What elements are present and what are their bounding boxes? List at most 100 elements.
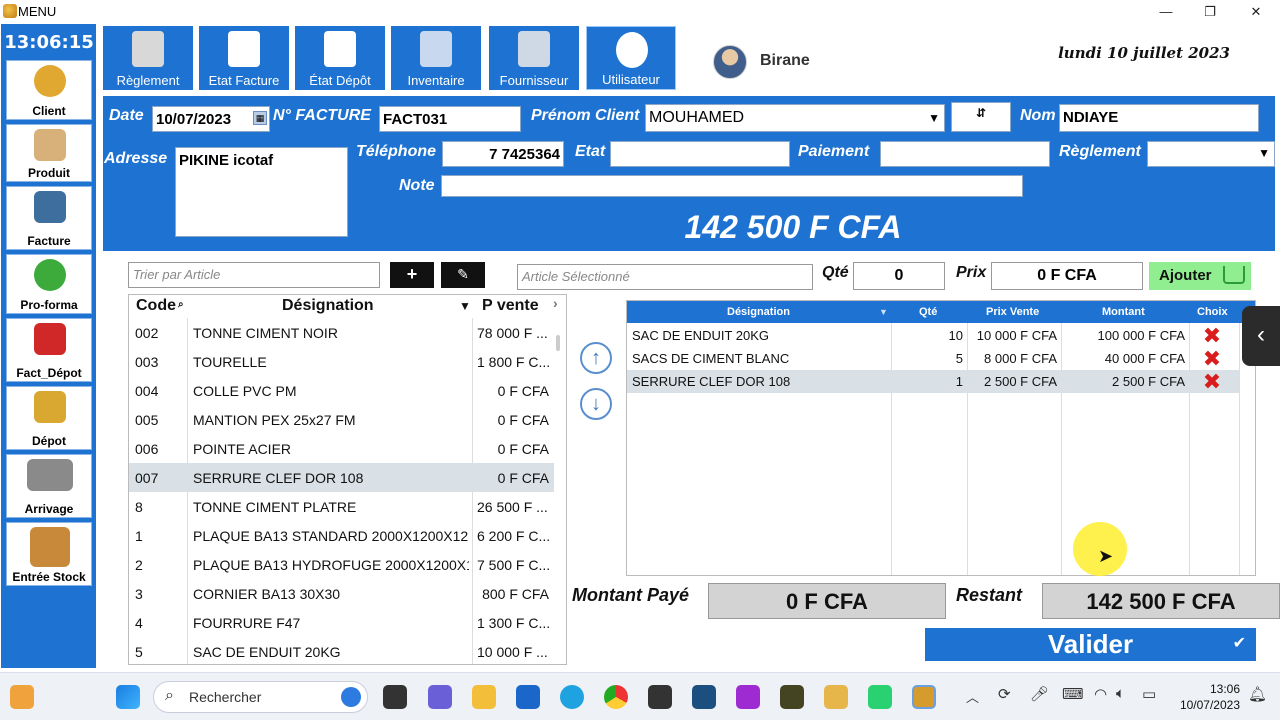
edit-article-button[interactable]: ✎ xyxy=(441,262,485,288)
search-icon[interactable]: ⌕ xyxy=(178,299,184,310)
windev-mobile-icon[interactable] xyxy=(692,685,716,709)
close-button[interactable]: ✕ xyxy=(1236,2,1276,22)
toolbar-reglement-button[interactable]: Règlement xyxy=(103,26,193,90)
move-up-button[interactable]: ↑ xyxy=(580,342,612,374)
sidebar-item-fact-depot[interactable]: Fact_Dépot xyxy=(6,318,92,382)
toolbar-etat-facture-button[interactable]: Etat Facture xyxy=(199,26,289,90)
client-firstname-select[interactable]: MOUHAMED ▼ xyxy=(645,104,945,132)
col-qty[interactable]: Qté xyxy=(919,306,937,318)
table-row[interactable]: 5 SAC DE ENDUIT 20KG 10 000 F ... xyxy=(129,637,554,664)
widgets-icon[interactable] xyxy=(10,685,34,709)
client-lastname-field[interactable]: NDIAYE xyxy=(1059,104,1259,132)
invoice-number-field[interactable]: FACT031 xyxy=(379,106,521,132)
table-row[interactable]: 004 COLLE PVC PM 0 F CFA xyxy=(129,376,554,405)
tray-clock[interactable]: 13:06 10/07/2023 xyxy=(1168,681,1240,713)
delete-line-icon[interactable]: ✖ xyxy=(1201,371,1223,393)
app-icon[interactable] xyxy=(868,685,892,709)
delete-line-icon[interactable]: ✖ xyxy=(1201,348,1223,370)
scrollbar-thumb[interactable] xyxy=(556,335,560,351)
table-row-selected[interactable]: SERRURE CLEF DOR 108 1 2 500 F CFA 2 500… xyxy=(627,370,1239,393)
outlook-icon[interactable] xyxy=(516,685,540,709)
col-amount[interactable]: Montant xyxy=(1102,306,1145,318)
pdf-icon[interactable] xyxy=(736,685,760,709)
phone-field[interactable]: 7 7425364 xyxy=(442,141,564,167)
table-row[interactable]: 1 PLAQUE BA13 STANDARD 2000X1200X12.5M 6 2… xyxy=(129,521,554,550)
sidebar-item-arrivage[interactable]: Arrivage xyxy=(6,454,92,518)
keyboard-icon[interactable]: ⌨ xyxy=(1062,685,1084,703)
table-row[interactable]: 4 FOURRURE F47 1 300 F C... xyxy=(129,608,554,637)
filter-icon[interactable]: ▼ xyxy=(459,299,471,313)
col-price[interactable]: P vente xyxy=(482,297,539,315)
move-down-button[interactable]: ↓ xyxy=(580,388,612,420)
clock: 13:06:15 xyxy=(4,32,94,53)
task-view-icon[interactable] xyxy=(383,685,407,709)
side-panel-toggle[interactable]: ‹ xyxy=(1242,306,1280,366)
calendar-icon[interactable]: ▦ xyxy=(253,111,267,125)
archive-icon[interactable] xyxy=(824,685,848,709)
bing-icon[interactable] xyxy=(341,687,361,707)
toolbar-fournisseur-button[interactable]: Fournisseur xyxy=(489,26,579,90)
toolbar-etat-depot-button[interactable]: État Dépôt xyxy=(295,26,385,90)
toolbar-utilisateur-button[interactable]: Utilisateur xyxy=(586,26,676,90)
table-row[interactable]: SAC DE ENDUIT 20KG 10 10 000 F CFA 100 0… xyxy=(627,324,1239,347)
table-row[interactable]: SACS DE CIMENT BLANC 5 8 000 F CFA 40 00… xyxy=(627,347,1239,370)
minimize-button[interactable]: — xyxy=(1146,2,1186,22)
chrome-icon[interactable] xyxy=(604,685,628,709)
menu-app-icon[interactable] xyxy=(912,685,936,709)
sidebar-item-pro-forma[interactable]: Pro-forma xyxy=(6,254,92,314)
table-row[interactable]: 006 POINTE ACIER 0 F CFA xyxy=(129,434,554,463)
date-field[interactable]: 10/07/2023 ▦ xyxy=(152,106,270,132)
table-row[interactable]: 003 TOURELLE 1 800 F C... xyxy=(129,347,554,376)
selected-article-input[interactable]: Article Sélectionné xyxy=(517,264,813,290)
quantity-field[interactable]: 0 xyxy=(853,262,945,290)
battery-icon[interactable]: ▭ xyxy=(1142,685,1156,703)
toolbar-inventaire-button[interactable]: Inventaire xyxy=(391,26,481,90)
teams-chat-icon[interactable] xyxy=(428,685,452,709)
sidebar-item-produit[interactable]: Produit xyxy=(6,124,92,182)
article-filter-input[interactable]: Trier par Article xyxy=(128,262,380,288)
note-field[interactable] xyxy=(441,175,1023,197)
table-row[interactable]: 002 TONNE CIMENT NOIR 78 000 F ... xyxy=(129,318,554,347)
volume-icon[interactable]: 🔈︎ xyxy=(1116,685,1125,702)
delete-line-icon[interactable]: ✖ xyxy=(1201,325,1223,347)
address-field[interactable]: PIKINE icotaf xyxy=(175,147,348,237)
windev-icon[interactable] xyxy=(648,685,672,709)
paid-amount-field[interactable]: 0 F CFA xyxy=(708,583,946,619)
price-field[interactable]: 0 F CFA xyxy=(991,262,1143,290)
taskbar-search-input[interactable]: ⌕ Rechercher xyxy=(153,681,368,713)
file-explorer-icon[interactable] xyxy=(472,685,496,709)
chevron-right-icon[interactable]: › xyxy=(553,295,558,311)
wifi-icon[interactable]: ◠ xyxy=(1094,685,1107,703)
sync-icon[interactable]: ⟳ xyxy=(998,685,1011,703)
start-menu-icon[interactable] xyxy=(116,685,140,709)
col-designation[interactable]: Désignation xyxy=(727,306,790,318)
settlement-select[interactable]: ▼ xyxy=(1147,141,1275,167)
payment-field[interactable] xyxy=(880,141,1050,167)
add-to-invoice-button[interactable]: Ajouter xyxy=(1149,262,1251,290)
sidebar-item-depot[interactable]: Dépot xyxy=(6,386,92,450)
filter-icon[interactable]: ▼ xyxy=(879,307,888,317)
add-article-button[interactable]: + xyxy=(390,262,434,288)
table-row[interactable]: 2 PLAQUE BA13 HYDROFUGE 2000X1200X12.5 7 5… xyxy=(129,550,554,579)
col-code[interactable]: Code xyxy=(136,297,176,315)
table-row[interactable]: 8 TONNE CIMENT PLATRE 26 500 F ... xyxy=(129,492,554,521)
tray-chevron-up-icon[interactable]: ︿ xyxy=(966,687,979,706)
maximize-button[interactable]: ❐ xyxy=(1190,2,1230,22)
table-row[interactable]: 3 CORNIER BA13 30X30 800 F CFA xyxy=(129,579,554,608)
webdev-icon[interactable] xyxy=(780,685,804,709)
col-designation[interactable]: Désignation xyxy=(282,297,374,315)
table-row-selected[interactable]: 007 SERRURE CLEF DOR 108 0 F CFA xyxy=(129,463,554,492)
col-unit-price[interactable]: Prix Vente xyxy=(986,306,1039,318)
state-field[interactable] xyxy=(610,141,790,167)
sort-client-button[interactable]: ⇵ xyxy=(951,102,1011,132)
sidebar-item-entree-stock[interactable]: Entrée Stock xyxy=(6,522,92,586)
sidebar-item-facture[interactable]: Facture xyxy=(6,186,92,250)
table-row[interactable]: 005 MANTION PEX 25x27 FM 0 F CFA xyxy=(129,405,554,434)
col-choice[interactable]: Choix xyxy=(1197,306,1228,318)
notifications-icon[interactable]: 🔔︎ xyxy=(1248,685,1267,703)
edit-check-icon: ✎ xyxy=(457,266,469,282)
sidebar-item-client[interactable]: Client xyxy=(6,60,92,120)
validate-button[interactable]: Valider ✔ xyxy=(925,628,1256,661)
microphone-icon[interactable]: 🎤︎ xyxy=(1030,685,1049,703)
edge-icon[interactable] xyxy=(560,685,584,709)
